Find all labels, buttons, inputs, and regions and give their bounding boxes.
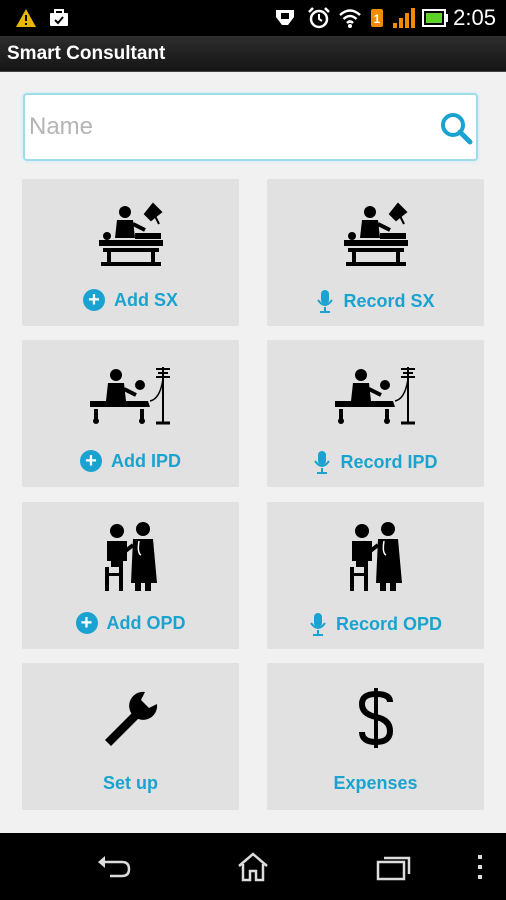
tile-label: Add OPD [106, 612, 186, 633]
app-title: Smart Consultant [7, 43, 166, 64]
wrench-icon [22, 681, 239, 755]
inpatient-bed-icon [22, 358, 239, 432]
tile-label: Add IPD [111, 450, 181, 471]
tile-label: Record SX [343, 290, 435, 311]
add-ipd-button[interactable]: + Add IPD [22, 340, 239, 487]
record-sx-button[interactable]: Record SX [267, 179, 484, 326]
search-input[interactable] [29, 105, 429, 149]
label-row: + Add SX [22, 289, 239, 311]
search-icon[interactable] [439, 111, 473, 145]
dollar-icon [267, 681, 484, 755]
add-opd-button[interactable]: + Add OPD [22, 502, 239, 649]
record-ipd-button[interactable]: Record IPD [267, 340, 484, 487]
wifi-icon [337, 6, 363, 30]
label-row: Record SX [267, 289, 484, 313]
tile-label: Record OPD [335, 613, 443, 634]
search-box [23, 93, 478, 161]
warning-icon [14, 6, 38, 30]
tile-label: Add SX [113, 289, 178, 310]
label-row: Record OPD [267, 612, 484, 636]
mic-icon [316, 289, 334, 313]
briefcase-icon [48, 6, 70, 30]
alarm-clock-icon [306, 6, 332, 30]
home-icon[interactable] [233, 847, 273, 887]
record-opd-button[interactable]: Record OPD [267, 502, 484, 649]
battery-icon [422, 6, 448, 30]
plus-icon: + [80, 450, 102, 472]
doctor-patient-icon [267, 520, 484, 594]
data-icon: 1 [369, 6, 385, 30]
doctor-patient-icon [22, 520, 239, 594]
recent-apps-icon[interactable] [374, 847, 414, 887]
label-row: Record IPD [267, 450, 484, 474]
status-bar: 1 2:05 [0, 0, 506, 36]
tile-label: Record IPD [340, 451, 438, 472]
back-icon[interactable] [94, 847, 134, 887]
svg-text:1: 1 [374, 12, 381, 26]
add-sx-button[interactable]: + Add SX [22, 179, 239, 326]
label-row: + Add IPD [22, 450, 239, 472]
mic-icon [309, 612, 327, 636]
overflow-menu-icon[interactable] [470, 847, 490, 887]
mic-icon [313, 450, 331, 474]
label-row: Expenses [267, 773, 484, 794]
action-bar: Smart Consultant [0, 36, 506, 72]
plus-icon: + [82, 289, 105, 311]
clock-time: 2:05 [453, 5, 496, 30]
navigation-bar [0, 833, 506, 900]
main-content: + Add SX Record SX [0, 72, 506, 833]
signal-icon [391, 6, 417, 30]
surgery-icon [22, 197, 239, 271]
label-row: Set up [22, 773, 239, 794]
tile-label: Set up [102, 773, 158, 793]
setup-button[interactable]: Set up [22, 663, 239, 810]
inpatient-bed-icon [267, 358, 484, 432]
label-row: + Add OPD [22, 612, 239, 634]
surgery-icon [267, 197, 484, 271]
tile-label: Expenses [333, 773, 418, 793]
usb-icon [272, 6, 298, 30]
expenses-button[interactable]: Expenses [267, 663, 484, 810]
plus-icon: + [75, 612, 98, 634]
